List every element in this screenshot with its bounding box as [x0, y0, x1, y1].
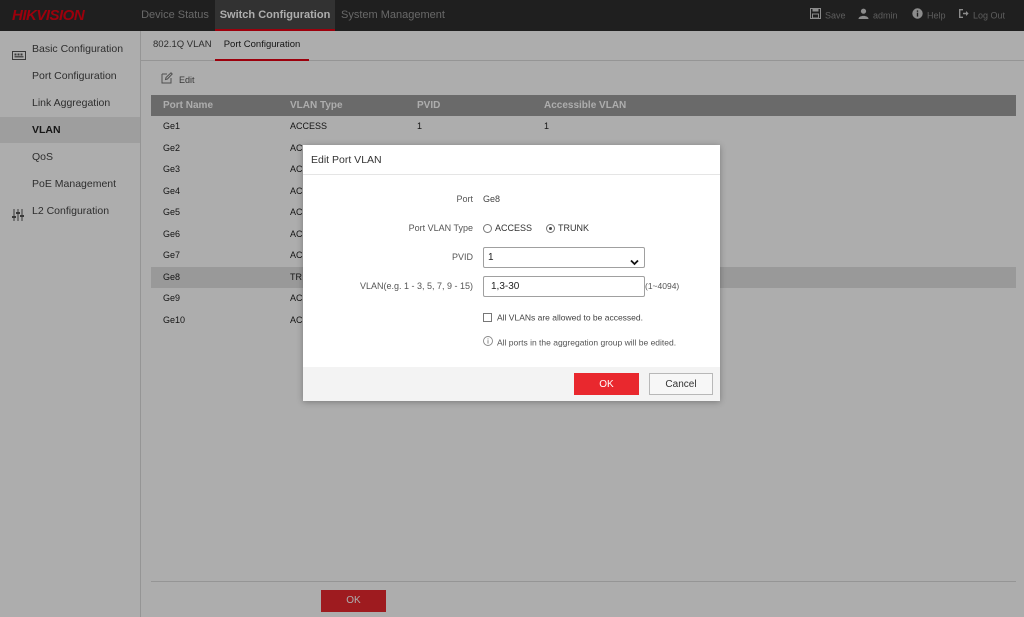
radio-access-label: ACCESS	[495, 223, 533, 234]
aggregation-info: All ports in the aggregation group will …	[483, 335, 676, 349]
info-text: All ports in the aggregation group will …	[497, 337, 677, 348]
vlan-type-row: Port VLAN Type ACCESS TRUNK	[303, 218, 720, 238]
checkbox-box	[483, 313, 492, 323]
port-label: Port	[456, 194, 473, 204]
edit-port-vlan-dialog: Edit Port VLAN Port Ge8 Port VLAN Type A…	[303, 145, 720, 401]
vlan-range-hint: (1~4094)	[645, 281, 680, 291]
dialog-footer: OK Cancel	[303, 367, 720, 401]
port-value: Ge8	[483, 194, 501, 204]
allow-all-label: All VLANs are allowed to be accessed.	[497, 312, 643, 323]
radio-trunk-label: TRUNK	[558, 223, 589, 234]
radio-access-indicator	[483, 224, 492, 234]
pvid-row: PVID 1	[303, 247, 720, 268]
vlan-label: VLAN(e.g. 1 - 3, 5, 7, 9 - 15)	[359, 281, 473, 291]
pvid-select[interactable]: 1	[483, 247, 645, 268]
pvid-selected-value: 1	[488, 252, 494, 263]
radio-trunk[interactable]: TRUNK	[546, 223, 589, 234]
allow-all-row: All VLANs are allowed to be accessed.	[303, 310, 720, 324]
dialog-ok-button[interactable]: OK	[574, 373, 639, 395]
chevron-down-icon	[630, 254, 639, 273]
radio-access[interactable]: ACCESS	[483, 223, 532, 234]
info-row: All ports in the aggregation group will …	[303, 335, 720, 349]
allow-all-vlans-checkbox[interactable]: All VLANs are allowed to be accessed.	[483, 310, 643, 324]
radio-trunk-indicator	[546, 224, 555, 234]
vlan-type-label: Port VLAN Type	[408, 223, 473, 233]
port-row: Port Ge8	[303, 189, 720, 209]
dialog-cancel-button[interactable]: Cancel	[649, 373, 713, 395]
pvid-label: PVID	[451, 252, 473, 262]
vlan-input[interactable]	[483, 276, 645, 297]
vlan-row: VLAN(e.g. 1 - 3, 5, 7, 9 - 15) (1~4094)	[303, 276, 720, 297]
info-icon	[483, 335, 493, 350]
dialog-title: Edit Port VLAN	[303, 145, 720, 175]
